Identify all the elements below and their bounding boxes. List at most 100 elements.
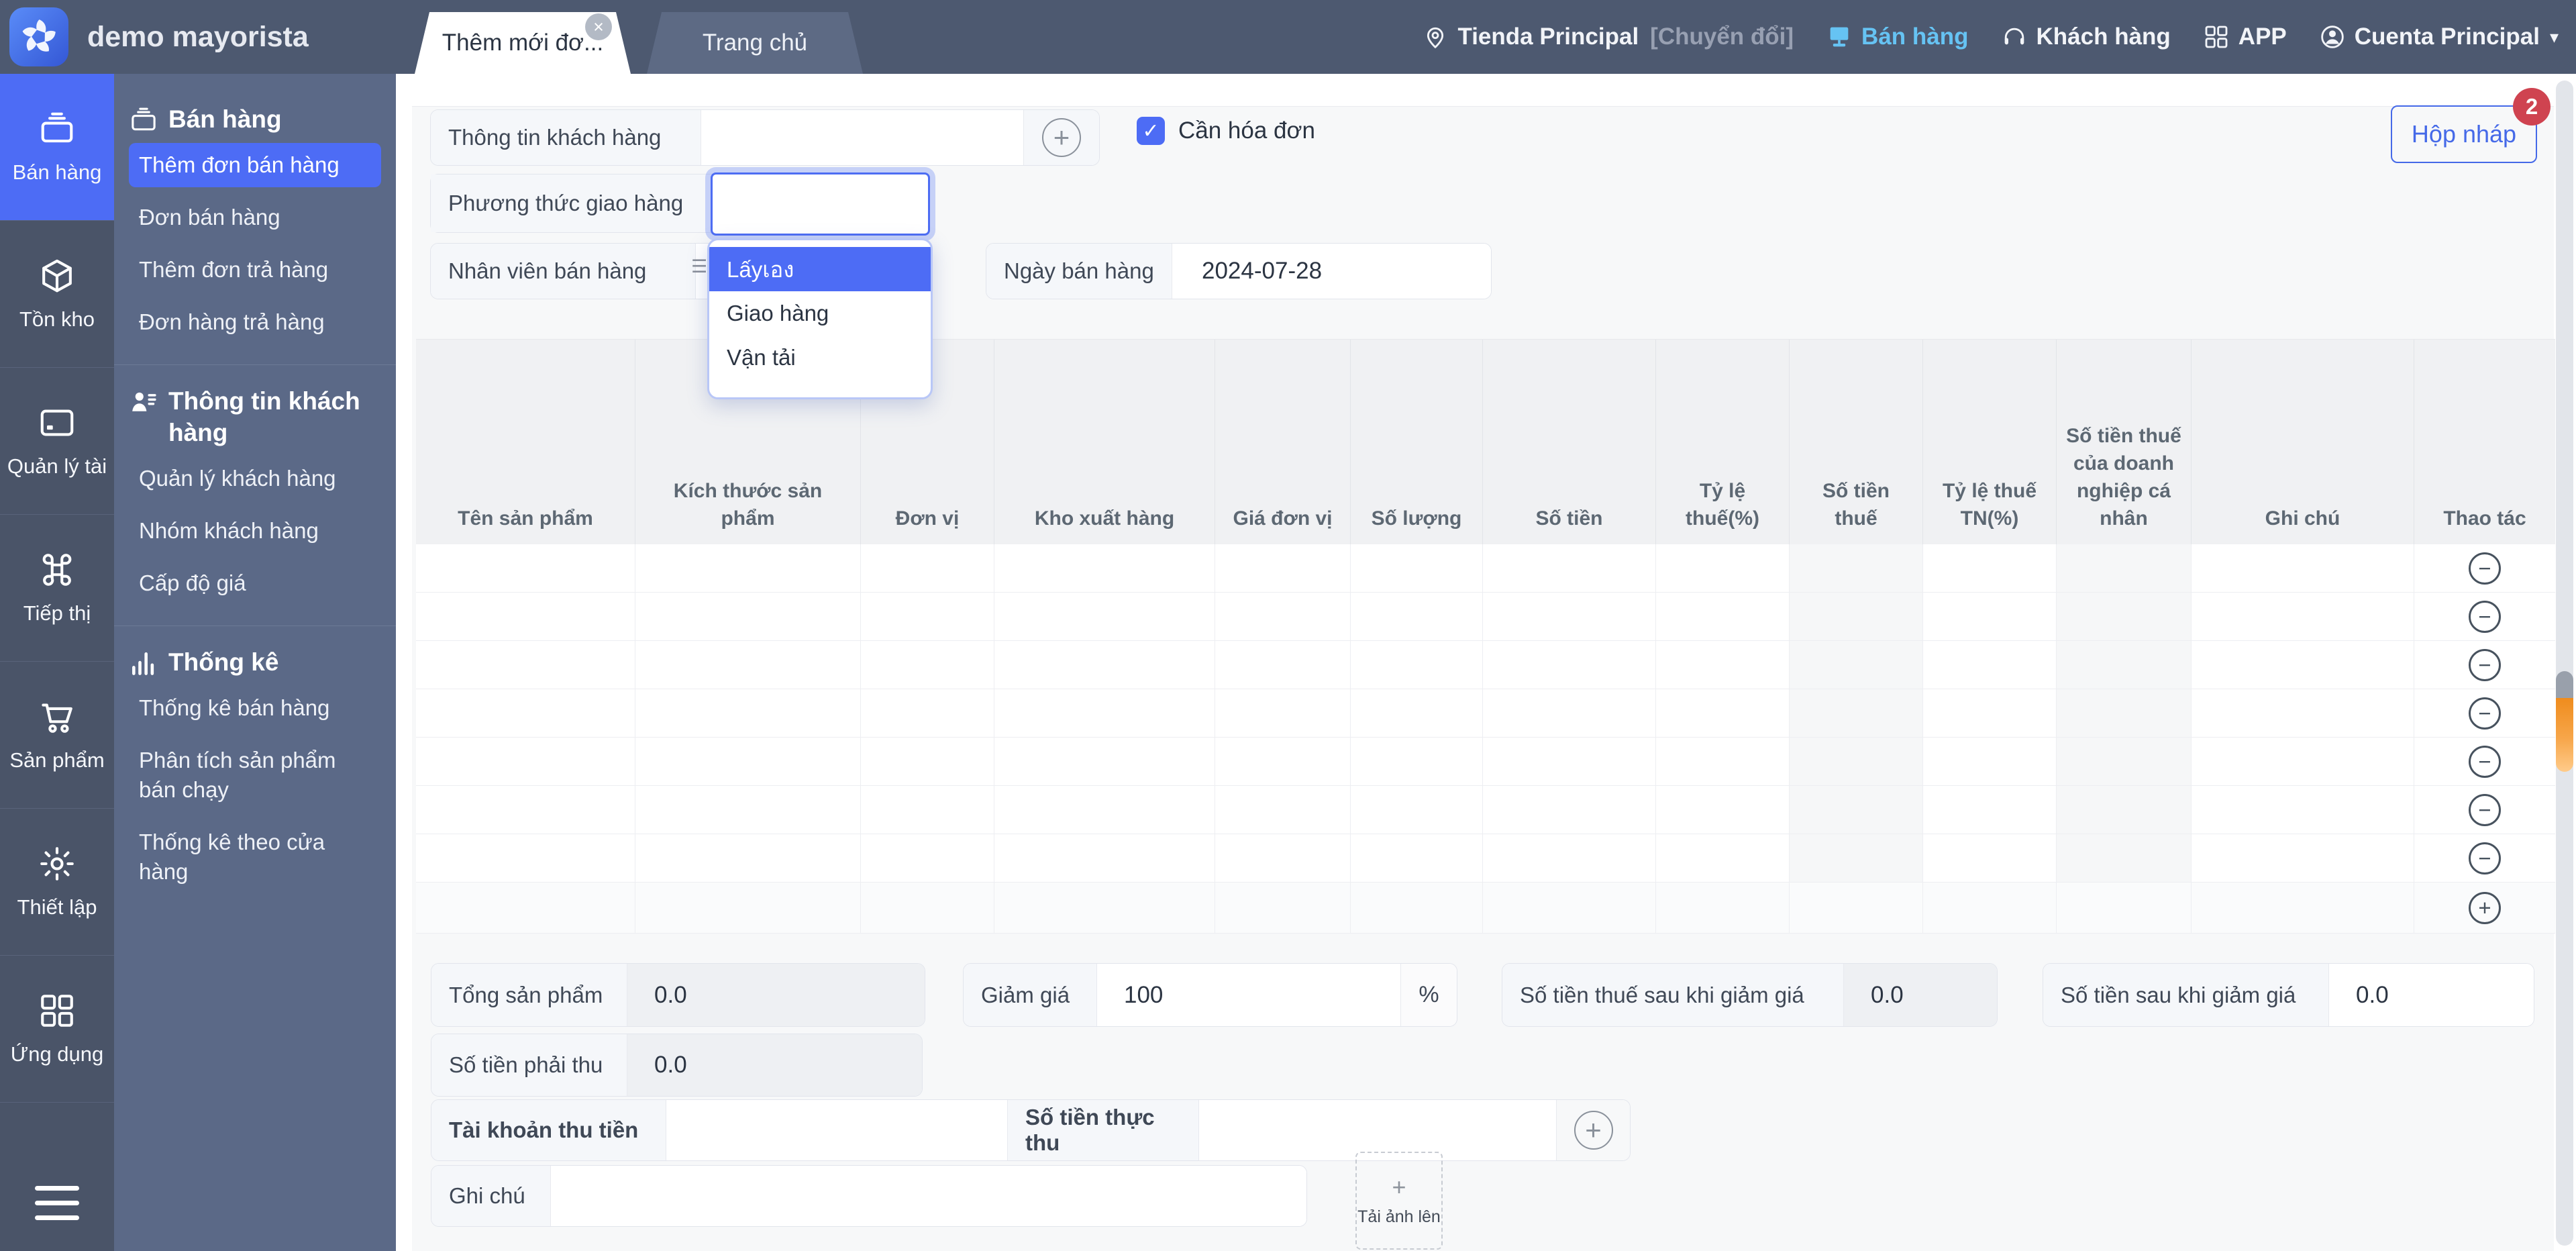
table-cell[interactable]: [1483, 641, 1656, 689]
add-payment-button[interactable]: +: [1556, 1100, 1630, 1160]
table-cell[interactable]: [1656, 786, 1790, 834]
table-cell[interactable]: [1215, 641, 1351, 689]
table-cell[interactable]: [994, 786, 1215, 834]
table-cell[interactable]: [1790, 689, 1923, 738]
table-cell[interactable]: [861, 786, 994, 834]
table-cell[interactable]: [2057, 834, 2192, 883]
table-cell[interactable]: [416, 834, 635, 883]
table-cell[interactable]: [1790, 641, 1923, 689]
table-cell[interactable]: [1483, 593, 1656, 641]
table-cell[interactable]: [2192, 883, 2414, 934]
table-cell[interactable]: [1923, 786, 2057, 834]
table-cell[interactable]: [416, 689, 635, 738]
invoice-checkbox[interactable]: ✓: [1137, 117, 1165, 145]
table-cell[interactable]: [1923, 641, 2057, 689]
table-cell[interactable]: [2192, 593, 2414, 641]
table-cell[interactable]: [1656, 738, 1790, 786]
remove-row-icon[interactable]: −: [2469, 746, 2501, 778]
table-cell[interactable]: [994, 834, 1215, 883]
add-row-icon[interactable]: +: [2469, 892, 2501, 924]
table-cell[interactable]: [416, 544, 635, 593]
table-cell[interactable]: [1215, 834, 1351, 883]
table-cell[interactable]: [861, 641, 994, 689]
table-cell[interactable]: [2057, 544, 2192, 593]
topbar-item-4[interactable]: Cuenta Principal▾: [2319, 23, 2559, 50]
table-cell[interactable]: [994, 689, 1215, 738]
table-cell[interactable]: [1351, 593, 1483, 641]
table-cell[interactable]: [1483, 883, 1656, 934]
remove-row-icon[interactable]: −: [2469, 601, 2501, 633]
table-cell[interactable]: [1351, 641, 1483, 689]
table-cell[interactable]: [2057, 689, 2192, 738]
table-cell[interactable]: [1483, 834, 1656, 883]
table-cell[interactable]: [1923, 544, 2057, 593]
table-cell[interactable]: [1790, 786, 1923, 834]
table-cell[interactable]: [1215, 738, 1351, 786]
rail-item-6[interactable]: Ứng dụng: [0, 956, 114, 1103]
sidebar-item-0-1[interactable]: Đơn bán hàng: [129, 195, 381, 240]
table-cell[interactable]: [1483, 786, 1656, 834]
table-cell[interactable]: [2057, 738, 2192, 786]
scrollbar-track[interactable]: [2556, 81, 2573, 1246]
table-cell[interactable]: [1656, 593, 1790, 641]
dropdown-option-2[interactable]: Vận tải: [709, 336, 931, 380]
remove-row-icon[interactable]: −: [2469, 842, 2501, 874]
table-cell[interactable]: [416, 786, 635, 834]
table-cell[interactable]: [1923, 738, 2057, 786]
sidebar-item-1-0[interactable]: Quản lý khách hàng: [129, 456, 381, 501]
table-cell[interactable]: [635, 786, 861, 834]
table-cell[interactable]: [861, 689, 994, 738]
remove-row-icon[interactable]: −: [2469, 794, 2501, 826]
topbar-item-0[interactable]: Tienda Principal[Chuyển đổi]: [1422, 23, 1794, 50]
table-cell[interactable]: [416, 738, 635, 786]
table-cell[interactable]: [1483, 689, 1656, 738]
table-cell[interactable]: [2192, 786, 2414, 834]
table-cell[interactable]: [1351, 544, 1483, 593]
add-customer-button[interactable]: +: [1023, 110, 1099, 165]
table-cell[interactable]: [635, 544, 861, 593]
table-cell[interactable]: [1790, 544, 1923, 593]
table-cell[interactable]: [861, 738, 994, 786]
table-cell[interactable]: [861, 544, 994, 593]
table-cell[interactable]: [2057, 641, 2192, 689]
scrollbar-thumb[interactable]: [2556, 671, 2573, 772]
table-cell[interactable]: [1790, 738, 1923, 786]
table-cell[interactable]: [1656, 689, 1790, 738]
dropdown-option-0[interactable]: Lấyเอง: [709, 247, 931, 291]
sidebar-item-2-0[interactable]: Thống kê bán hàng: [129, 686, 381, 730]
table-cell[interactable]: [1351, 834, 1483, 883]
table-cell[interactable]: [1923, 883, 2057, 934]
rail-item-3[interactable]: Tiếp thị: [0, 515, 114, 662]
rail-item-4[interactable]: Sản phẩm: [0, 662, 114, 809]
table-cell[interactable]: [861, 834, 994, 883]
table-cell[interactable]: [416, 883, 635, 934]
table-cell[interactable]: [1656, 883, 1790, 934]
table-cell[interactable]: [1215, 786, 1351, 834]
remove-row-icon[interactable]: −: [2469, 697, 2501, 730]
upload-image-button[interactable]: + Tải ảnh lên: [1355, 1152, 1443, 1250]
table-cell[interactable]: [1656, 544, 1790, 593]
topbar-item-3[interactable]: APP: [2203, 23, 2287, 50]
delivery-method-select[interactable]: [711, 172, 930, 236]
table-cell[interactable]: [1215, 883, 1351, 934]
sidebar-item-1-2[interactable]: Cấp độ giá: [129, 561, 381, 605]
table-cell[interactable]: [2192, 738, 2414, 786]
table-cell[interactable]: [1483, 544, 1656, 593]
table-cell[interactable]: [861, 593, 994, 641]
table-cell[interactable]: [1923, 689, 2057, 738]
dropdown-option-1[interactable]: Giao hàng: [709, 291, 931, 336]
table-cell[interactable]: [861, 883, 994, 934]
sidebar-item-0-0[interactable]: Thêm đơn bán hàng: [129, 143, 381, 187]
draft-box-button[interactable]: Hộp nháp 2: [2391, 105, 2537, 163]
rail-item-1[interactable]: Tồn kho: [0, 221, 114, 368]
tab-inactive[interactable]: Trang chủ: [647, 12, 863, 74]
topbar-item-2[interactable]: Khách hàng: [2001, 23, 2171, 50]
table-cell[interactable]: [2057, 593, 2192, 641]
table-cell[interactable]: [2192, 641, 2414, 689]
sidebar-item-0-3[interactable]: Đơn hàng trả hàng: [129, 300, 381, 344]
customer-input[interactable]: [701, 110, 1023, 165]
table-cell[interactable]: [994, 883, 1215, 934]
table-cell[interactable]: [635, 689, 861, 738]
table-cell[interactable]: [1351, 883, 1483, 934]
table-cell[interactable]: [1215, 544, 1351, 593]
